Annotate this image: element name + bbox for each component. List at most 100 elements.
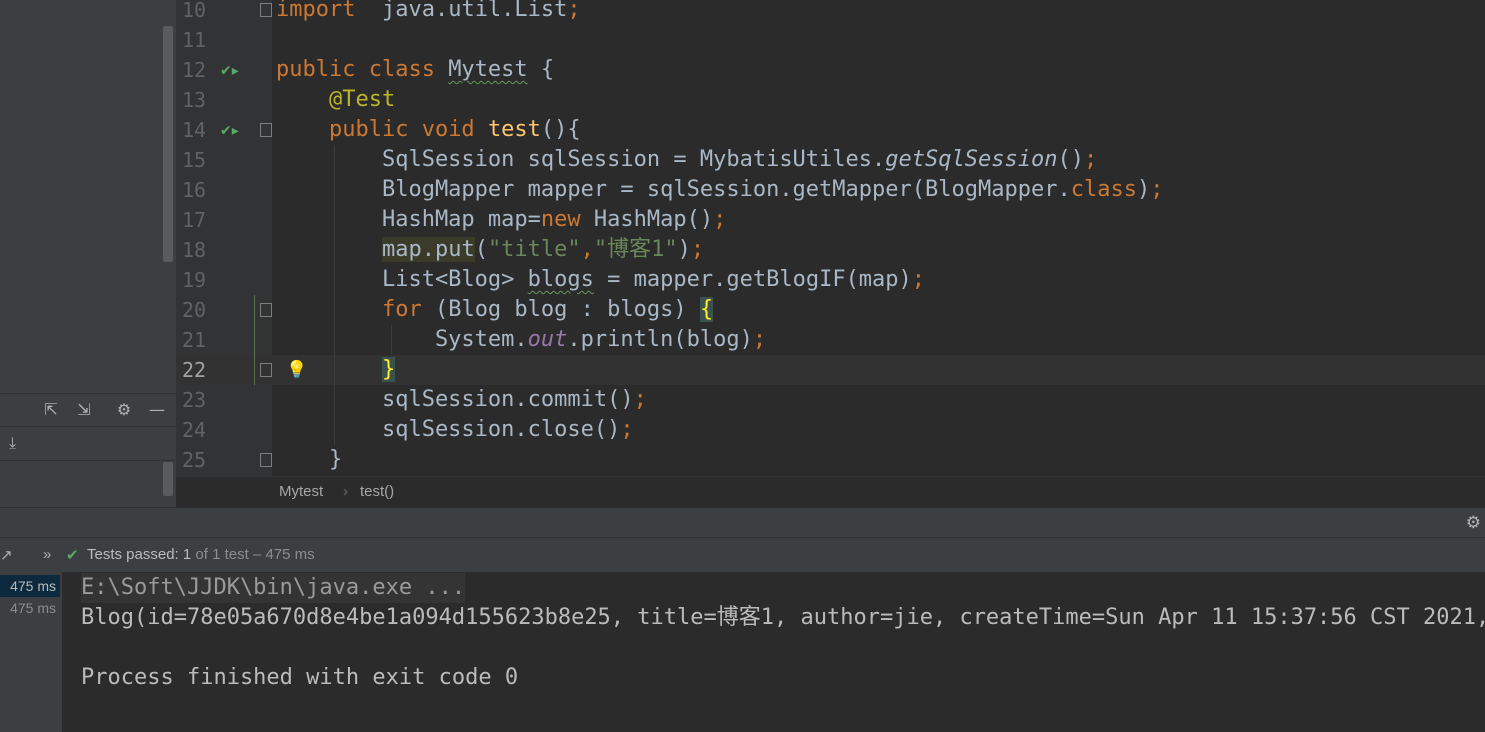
- line-number: 24: [182, 418, 207, 442]
- code-line[interactable]: 22 💡 }: [176, 355, 1485, 385]
- collapse-all-icon[interactable]: ⇲: [74, 400, 94, 420]
- code-line[interactable]: 25 }: [176, 445, 1485, 475]
- code-text: HashMap map=new HashMap();: [276, 205, 726, 235]
- code-line[interactable]: 12 ✔▸ public class Mytest {: [176, 55, 1485, 85]
- expand-toolbar-icon[interactable]: »: [43, 546, 51, 563]
- code-token: ): [1136, 177, 1151, 202]
- code-token: ;: [752, 327, 767, 352]
- code-text: sqlSession.close();: [276, 415, 634, 445]
- code-token: ;: [1083, 147, 1098, 172]
- code-token: public class: [276, 57, 449, 82]
- code-token: ;: [633, 387, 647, 412]
- run-tool-header: ⚙: [0, 507, 1485, 537]
- code-line[interactable]: 13 @Test: [176, 85, 1485, 115]
- fold-icon[interactable]: [260, 303, 272, 317]
- code-editor[interactable]: 10 import java.util.List; 11 12 ✔▸ public cla…: [176, 0, 1485, 476]
- code-line[interactable]: 24 sqlSession.close();: [176, 415, 1485, 445]
- code-text: import java.util.List;: [276, 0, 581, 25]
- code-text: map.put("title","博客1");: [276, 235, 704, 265]
- code-token: {: [699, 297, 714, 322]
- breadcrumb-class[interactable]: Mytest: [279, 483, 323, 500]
- code-line[interactable]: 16 BlogMapper mapper = sqlSession.getMap…: [176, 175, 1485, 205]
- fold-icon[interactable]: [260, 363, 272, 377]
- project-scrollbar[interactable]: [163, 26, 173, 262]
- run-test-icon[interactable]: ✔▸: [220, 121, 242, 141]
- vcs-change-marker[interactable]: [254, 295, 255, 385]
- code-line[interactable]: 15 SqlSession sqlSession = MybatisUtiles…: [176, 145, 1485, 175]
- code-token: import: [276, 0, 356, 22]
- code-line[interactable]: 21 System.out.println(blog);: [176, 325, 1485, 355]
- code-token: (: [474, 237, 488, 262]
- code-line[interactable]: 10 import java.util.List;: [176, 0, 1485, 25]
- breadcrumb-separator: ›: [343, 483, 348, 500]
- code-token: for: [381, 297, 435, 322]
- code-line[interactable]: 11: [176, 25, 1485, 55]
- code-token: Mytest: [448, 57, 528, 82]
- code-line[interactable]: 20 for (Blog blog : blogs) {: [176, 295, 1485, 325]
- settings-icon[interactable]: ⚙: [114, 400, 134, 420]
- rerun-icon[interactable]: ↗: [0, 546, 13, 564]
- structure-scrollbar[interactable]: [163, 462, 173, 496]
- code-token: List<Blog>: [276, 267, 528, 292]
- code-text: public class Mytest {: [276, 55, 554, 85]
- code-token: sqlSession.close(): [276, 417, 621, 442]
- code-token: "博客1": [593, 237, 678, 262]
- line-number: 14: [182, 118, 207, 142]
- code-token: .println(blog): [567, 327, 753, 352]
- code-line[interactable]: 17 HashMap map=new HashMap();: [176, 205, 1485, 235]
- console-exit-line: Process finished with exit code 0: [81, 665, 519, 690]
- code-token: System.: [276, 327, 528, 352]
- code-token: BlogMapper mapper = sqlSession.getMapper…: [276, 177, 1071, 202]
- code-token: public void: [328, 117, 488, 142]
- fold-icon[interactable]: [260, 123, 272, 137]
- console-output[interactable]: E:\Soft\JJDK\bin\java.exe ... Blog(id=78…: [62, 572, 1485, 732]
- code-text: public void test(){: [276, 115, 581, 145]
- code-text: }: [276, 445, 342, 475]
- test-tree: 475 ms 475 ms: [0, 572, 62, 732]
- code-token: test: [487, 117, 541, 142]
- code-token: (): [1057, 147, 1084, 172]
- test-status-text: Tests passed: 1 of 1 test – 475 ms: [87, 546, 315, 563]
- code-text: BlogMapper mapper = sqlSession.getMapper…: [276, 175, 1164, 205]
- code-token: ;: [620, 417, 634, 442]
- code-token: "title": [487, 237, 581, 262]
- code-text: @Test: [276, 85, 395, 115]
- scroll-to-end-icon[interactable]: ⤓: [9, 433, 16, 453]
- hide-icon[interactable]: —: [147, 400, 167, 420]
- code-text: sqlSession.commit();: [276, 385, 647, 415]
- code-line[interactable]: 18 map.put("title","博客1");: [176, 235, 1485, 265]
- code-line[interactable]: 14 ✔▸ public void test(){: [176, 115, 1485, 145]
- breadcrumb: Mytest › test(): [176, 476, 1485, 507]
- expand-all-icon[interactable]: ⇱: [41, 400, 61, 420]
- code-text: }: [276, 355, 396, 385]
- line-number: 18: [182, 238, 207, 262]
- code-line[interactable]: 23 sqlSession.commit();: [176, 385, 1485, 415]
- code-token: SqlSession sqlSession = MybatisUtiles.: [276, 147, 886, 172]
- console-command[interactable]: E:\Soft\JJDK\bin\java.exe ...: [81, 573, 466, 603]
- check-icon: ✔: [66, 546, 79, 564]
- code-token: ,: [580, 237, 594, 262]
- code-token: out: [527, 327, 568, 352]
- run-test-icon[interactable]: ✔▸: [220, 61, 242, 81]
- test-duration[interactable]: 475 ms: [0, 597, 60, 619]
- status-count: 1: [182, 546, 192, 563]
- fold-icon[interactable]: [260, 3, 272, 17]
- fold-icon[interactable]: [260, 453, 272, 467]
- code-token: }: [381, 357, 396, 382]
- code-token: blogs: [527, 267, 594, 292]
- test-duration[interactable]: 475 ms: [0, 575, 60, 597]
- breadcrumb-method[interactable]: test(): [360, 483, 394, 500]
- line-number: 10: [182, 0, 207, 22]
- line-number: 13: [182, 88, 207, 112]
- code-token: ;: [567, 0, 581, 22]
- status-prefix: Tests passed:: [87, 546, 183, 563]
- code-token: ;: [911, 267, 926, 292]
- code-text: SqlSession sqlSession = MybatisUtiles.ge…: [276, 145, 1097, 175]
- line-number: 15: [182, 148, 207, 172]
- code-text: List<Blog> blogs = mapper.getBlogIF(map)…: [276, 265, 925, 295]
- test-status-bar: ↗ » ✔ Tests passed: 1 of 1 test – 475 ms: [0, 537, 1485, 572]
- settings-icon[interactable]: ⚙: [1466, 513, 1481, 533]
- code-line[interactable]: 19 List<Blog> blogs = mapper.getBlogIF(m…: [176, 265, 1485, 295]
